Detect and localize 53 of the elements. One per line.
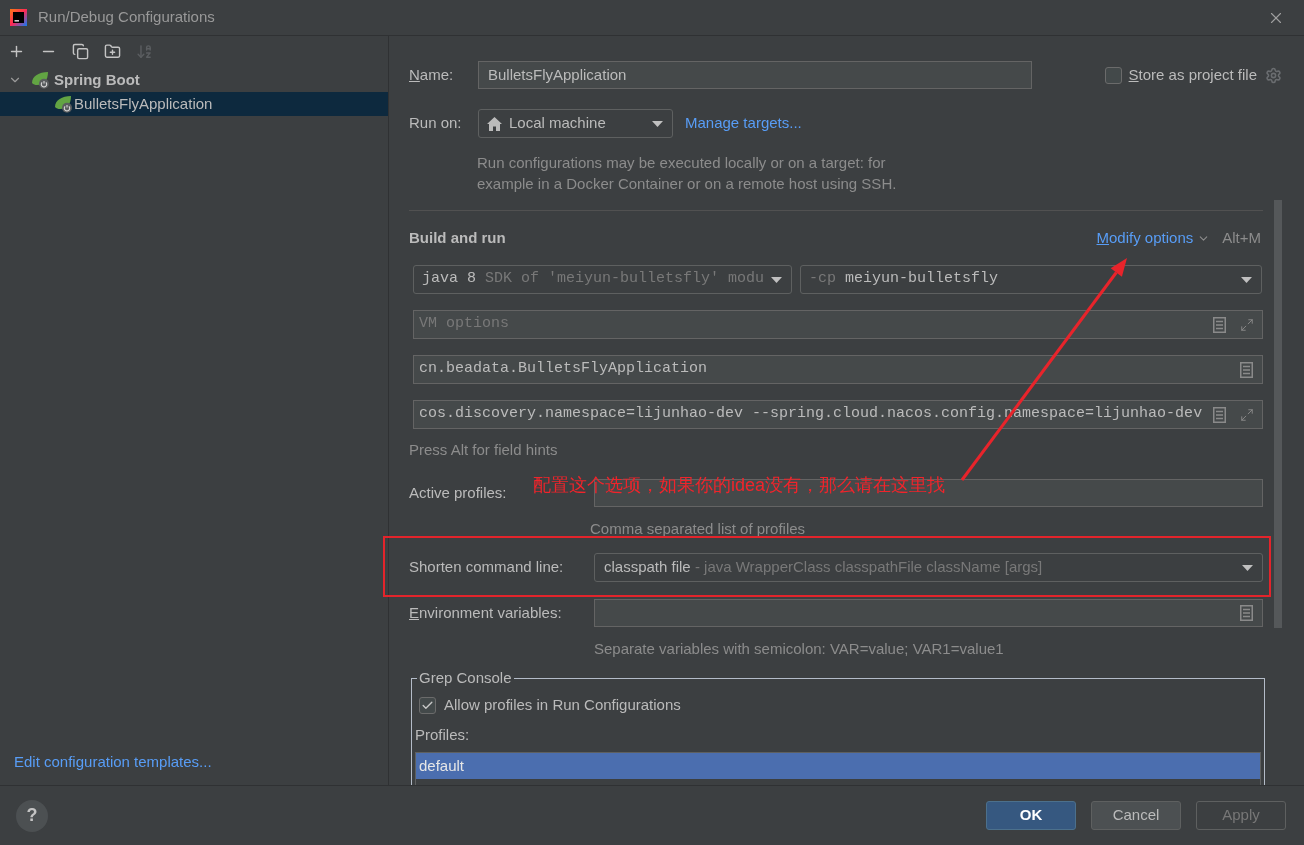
logo-icon (10, 9, 27, 26)
name-label: Name: (409, 64, 454, 85)
environment-variables-label: Environment variables: (409, 602, 562, 623)
store-as-project-file-label[interactable]: Store as project file (1128, 63, 1257, 87)
caret-down-icon (771, 276, 782, 283)
help-button[interactable]: ? (16, 799, 48, 832)
section-title: Build and run (409, 227, 506, 248)
run-on-hint: Run configurations may be executed locally or on a target: for example in a Docker Container or on a remote host using SSH. (477, 153, 898, 194)
jre-dropdown[interactable]: java 8 SDK of 'meiyun-bulletsfly' modu (413, 265, 792, 294)
shorten-command-line-dropdown[interactable]: classpath file - java WrapperClass classpathFile className [args] (594, 553, 1263, 582)
document-icon[interactable] (1240, 605, 1253, 621)
folder-plus-icon[interactable] (104, 42, 121, 60)
profiles-label: Profiles: (415, 724, 470, 745)
caret-down-icon (652, 120, 663, 127)
shortcut-label: Alt+M (1222, 227, 1261, 248)
active-profiles-hint: Comma separated list of profiles (590, 519, 806, 539)
field-hint: Press Alt for field hints (409, 440, 558, 460)
run-on-dropdown[interactable]: Local machine (478, 109, 673, 138)
environment-variables-hint: Separate variables with semicolon: VAR=value; VAR1=value1 (594, 639, 1004, 659)
manage-targets-link[interactable]: Manage targets... (685, 112, 802, 135)
tree-item[interactable]: Spring Boot (0, 68, 388, 92)
tree-item[interactable]: BulletsFlyApplication (0, 92, 388, 116)
edit-templates-link[interactable]: Edit configuration templates... (14, 750, 212, 773)
leaf-icon (31, 71, 51, 89)
environment-variables-field[interactable] (594, 599, 1263, 627)
document-icon[interactable] (1213, 406, 1226, 423)
expand-icon[interactable] (1240, 317, 1254, 332)
run-on-label: Run on: (409, 114, 462, 132)
expand-icon[interactable] (1240, 407, 1254, 422)
main-class-field[interactable]: cn.beadata.BulletsFlyApplication (413, 355, 1263, 384)
document-icon[interactable] (1240, 361, 1253, 378)
checkbox[interactable] (419, 696, 436, 714)
annotation-text: 配置这个选项，如果你的idea没有，那么请在这里找 (533, 474, 946, 497)
list-item[interactable]: default (416, 753, 1260, 779)
modify-options-link[interactable]: Modify options (1096, 226, 1194, 250)
group-title: Grep Console (418, 669, 513, 688)
allow-profiles-label[interactable]: Allow profiles in Run Configurations (444, 693, 681, 717)
dialog-button[interactable]: Cancel (1091, 801, 1181, 830)
house-icon (487, 116, 502, 131)
active-profiles-label: Active profiles: (409, 483, 507, 501)
copy-icon[interactable] (72, 42, 89, 60)
shorten-command-line-label: Shorten command line: (409, 558, 564, 576)
dialog-button[interactable]: OK (986, 801, 1076, 830)
classpath-dropdown[interactable]: -cp meiyun-bulletsfly (800, 265, 1262, 294)
caret-down-icon (1242, 564, 1253, 571)
name-field[interactable]: BulletsFlyApplication (478, 61, 1032, 89)
checkbox[interactable] (1104, 66, 1122, 84)
caret-down-icon (1241, 276, 1252, 283)
leaf-icon (54, 95, 74, 113)
window-title: Run/Debug Configurations (38, 7, 215, 28)
gear-icon[interactable] (1265, 66, 1282, 84)
scrollbar[interactable] (1274, 200, 1282, 628)
document-icon[interactable] (1213, 316, 1226, 333)
